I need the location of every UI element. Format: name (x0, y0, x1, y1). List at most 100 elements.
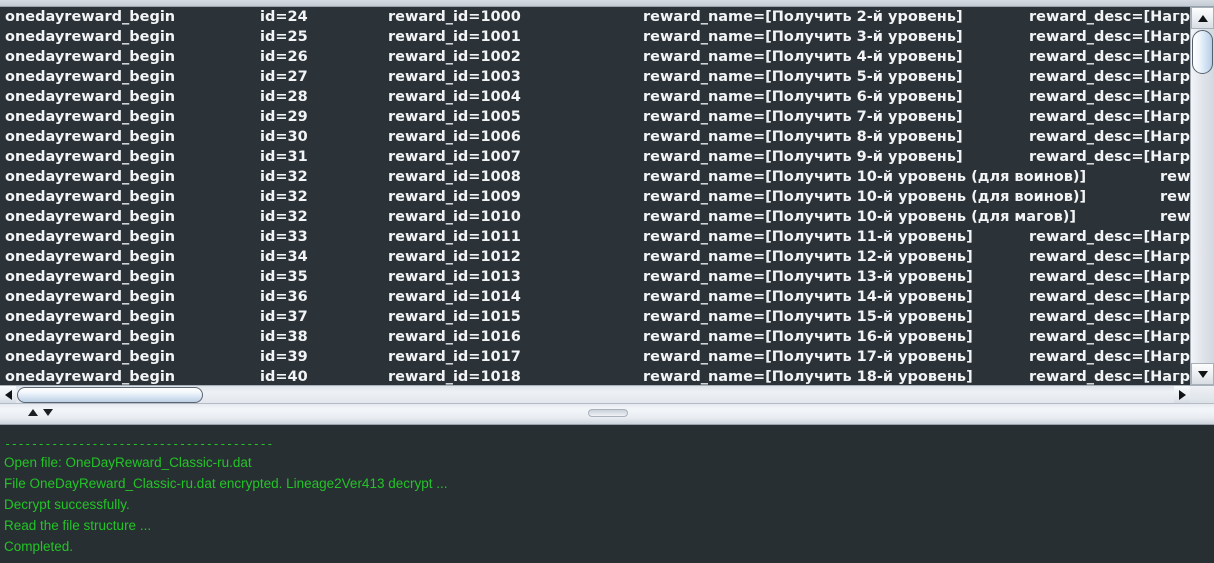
cell-record: onedayreward_begin (5, 209, 176, 225)
cell-id: id=30 (260, 129, 308, 145)
grid-vertical-scrollbar[interactable] (1190, 7, 1214, 385)
window-top-chrome-strip (0, 0, 1214, 7)
cell-record: onedayreward_begin (5, 369, 176, 385)
horizontal-scrollbar-thumb[interactable] (17, 387, 203, 403)
cell-reward-name: reward_name=[Получить 7-й уровень] (643, 109, 963, 125)
log-line: Completed. (4, 539, 74, 554)
cell-id: id=32 (260, 169, 308, 185)
cell-record: onedayreward_begin (5, 169, 176, 185)
cell-reward-id: reward_id=1013 (388, 269, 521, 285)
table-row[interactable]: onedayreward_begin id=24 reward_id=1000 rew… (0, 7, 1190, 27)
table-row[interactable]: onedayreward_begin id=25 reward_id=1001 rew… (0, 27, 1190, 47)
table-row[interactable]: onedayreward_begin id=32 reward_id=1009 rew… (0, 187, 1190, 207)
table-row[interactable]: onedayreward_begin id=29 reward_id=1005 rew… (0, 107, 1190, 127)
cell-reward-id: reward_id=1014 (388, 289, 521, 305)
table-row[interactable]: onedayreward_begin id=27 reward_id=1003 rew… (0, 67, 1190, 87)
cell-reward-name: reward_name=[Получить 5-й уровень] (643, 69, 963, 85)
cell-record: onedayreward_begin (5, 49, 176, 65)
cell-record: onedayreward_begin (5, 29, 176, 45)
scroll-up-button[interactable] (1191, 7, 1214, 29)
scroll-down-button[interactable] (1191, 363, 1214, 385)
cell-reward-name: reward_name=[Получить 16-й уровень] (643, 329, 973, 345)
cell-reward-desc: rewar (1160, 209, 1190, 225)
cell-record: onedayreward_begin (5, 309, 176, 325)
cell-reward-name: reward_name=[Получить 13-й уровень] (643, 269, 973, 285)
cell-id: id=31 (260, 149, 308, 165)
scroll-right-button[interactable] (1174, 386, 1190, 403)
panel-splitter[interactable] (0, 403, 1214, 425)
cell-reward-name: reward_name=[Получить 4-й уровень] (643, 49, 963, 65)
cell-reward-name: reward_name=[Получить 10-й уровень (для … (643, 189, 1087, 205)
table-row[interactable]: onedayreward_begin id=26 reward_id=1002 rew… (0, 47, 1190, 67)
cell-id: id=36 (260, 289, 308, 305)
triangle-up-icon (1197, 14, 1208, 22)
table-row[interactable]: onedayreward_begin id=32 reward_id=1010 rew… (0, 207, 1190, 227)
splitter-grip-handle[interactable] (588, 409, 628, 417)
table-row[interactable]: onedayreward_begin id=38 reward_id=1016 rew… (0, 327, 1190, 347)
log-line: Decrypt successfully. (4, 497, 130, 512)
cell-reward-id: reward_id=1018 (388, 369, 521, 385)
table-row[interactable]: onedayreward_begin id=32 reward_id=1008 rew… (0, 167, 1190, 187)
cell-reward-desc: reward_desc=[Награ (1029, 69, 1190, 85)
scroll-left-button[interactable] (0, 386, 16, 403)
cell-reward-name: reward_name=[Получить 8-й уровень] (643, 129, 963, 145)
cell-id: id=40 (260, 369, 308, 385)
vertical-scrollbar-thumb[interactable] (1192, 30, 1213, 74)
cell-record: onedayreward_begin (5, 189, 176, 205)
cell-id: id=39 (260, 349, 308, 365)
cell-id: id=27 (260, 69, 308, 85)
cell-id: id=38 (260, 329, 308, 345)
cell-reward-desc: reward_desc=[Награ (1029, 149, 1190, 165)
grid-row-container: onedayreward_begin id=24 reward_id=1000 rew… (0, 7, 1190, 385)
cell-record: onedayreward_begin (5, 149, 176, 165)
grid-horizontal-scrollbar[interactable] (0, 385, 1214, 403)
cell-reward-name: reward_name=[Получить 3-й уровень] (643, 29, 963, 45)
cell-reward-id: reward_id=1012 (388, 249, 521, 265)
splitter-down-arrow-icon[interactable] (43, 409, 53, 416)
cell-reward-desc: reward_desc=[Награ (1029, 109, 1190, 125)
cell-reward-name: reward_name=[Получить 9-й уровень] (643, 149, 963, 165)
cell-reward-name: reward_name=[Получить 6-й уровень] (643, 89, 963, 105)
cell-id: id=26 (260, 49, 308, 65)
cell-reward-id: reward_id=1004 (388, 89, 521, 105)
cell-reward-desc: reward_desc=[Награ (1029, 89, 1190, 105)
cell-reward-desc: reward_desc=[Награ (1029, 49, 1190, 65)
table-row[interactable]: onedayreward_begin id=33 reward_id=1011 rew… (0, 227, 1190, 247)
scrollbar-corner (1190, 386, 1214, 403)
cell-record: onedayreward_begin (5, 289, 176, 305)
cell-reward-id: reward_id=1007 (388, 149, 521, 165)
console-log-panel[interactable]: ----------------------------------------… (0, 425, 1214, 563)
cell-reward-id: reward_id=1011 (388, 229, 521, 245)
table-row[interactable]: onedayreward_begin id=39 reward_id=1017 rew… (0, 347, 1190, 367)
cell-reward-name: reward_name=[Получить 14-й уровень] (643, 289, 973, 305)
cell-reward-desc: reward_desc=[Награ (1029, 309, 1190, 325)
splitter-up-arrow-icon[interactable] (28, 409, 38, 416)
cell-reward-id: reward_id=1001 (388, 29, 521, 45)
table-row[interactable]: onedayreward_begin id=34 reward_id=1012 rew… (0, 247, 1190, 267)
log-line: Open file: OneDayReward_Classic-ru.dat (4, 455, 252, 470)
cell-reward-desc: reward_desc=[Награ (1029, 369, 1190, 385)
table-row[interactable]: onedayreward_begin id=40 reward_id=1018 rew… (0, 367, 1190, 385)
cell-reward-id: reward_id=1010 (388, 209, 521, 225)
table-row[interactable]: onedayreward_begin id=37 reward_id=1015 rew… (0, 307, 1190, 327)
cell-id: id=33 (260, 229, 308, 245)
cell-reward-id: reward_id=1002 (388, 49, 521, 65)
table-row[interactable]: onedayreward_begin id=35 reward_id=1013 rew… (0, 267, 1190, 287)
cell-reward-desc: reward_desc=[Награ (1029, 129, 1190, 145)
cell-record: onedayreward_begin (5, 229, 176, 245)
cell-reward-desc: reward_desc=[Награ (1029, 249, 1190, 265)
table-row[interactable]: onedayreward_begin id=28 reward_id=1004 rew… (0, 87, 1190, 107)
dat-records-grid[interactable]: onedayreward_begin id=24 reward_id=1000 rew… (0, 7, 1214, 385)
cell-id: id=24 (260, 9, 308, 25)
table-row[interactable]: onedayreward_begin id=31 reward_id=1007 rew… (0, 147, 1190, 167)
cell-reward-name: reward_name=[Получить 18-й уровень] (643, 369, 973, 385)
cell-reward-name: reward_name=[Получить 11-й уровень] (643, 229, 973, 245)
cell-reward-desc: rewar (1160, 169, 1190, 185)
cell-id: id=35 (260, 269, 308, 285)
cell-record: onedayreward_begin (5, 129, 176, 145)
cell-id: id=37 (260, 309, 308, 325)
table-row[interactable]: onedayreward_begin id=30 reward_id=1006 rew… (0, 127, 1190, 147)
table-row[interactable]: onedayreward_begin id=36 reward_id=1014 rew… (0, 287, 1190, 307)
splitter-collapse-buttons[interactable] (28, 409, 53, 416)
application-window: onedayreward_begin id=24 reward_id=1000 rew… (0, 0, 1214, 563)
